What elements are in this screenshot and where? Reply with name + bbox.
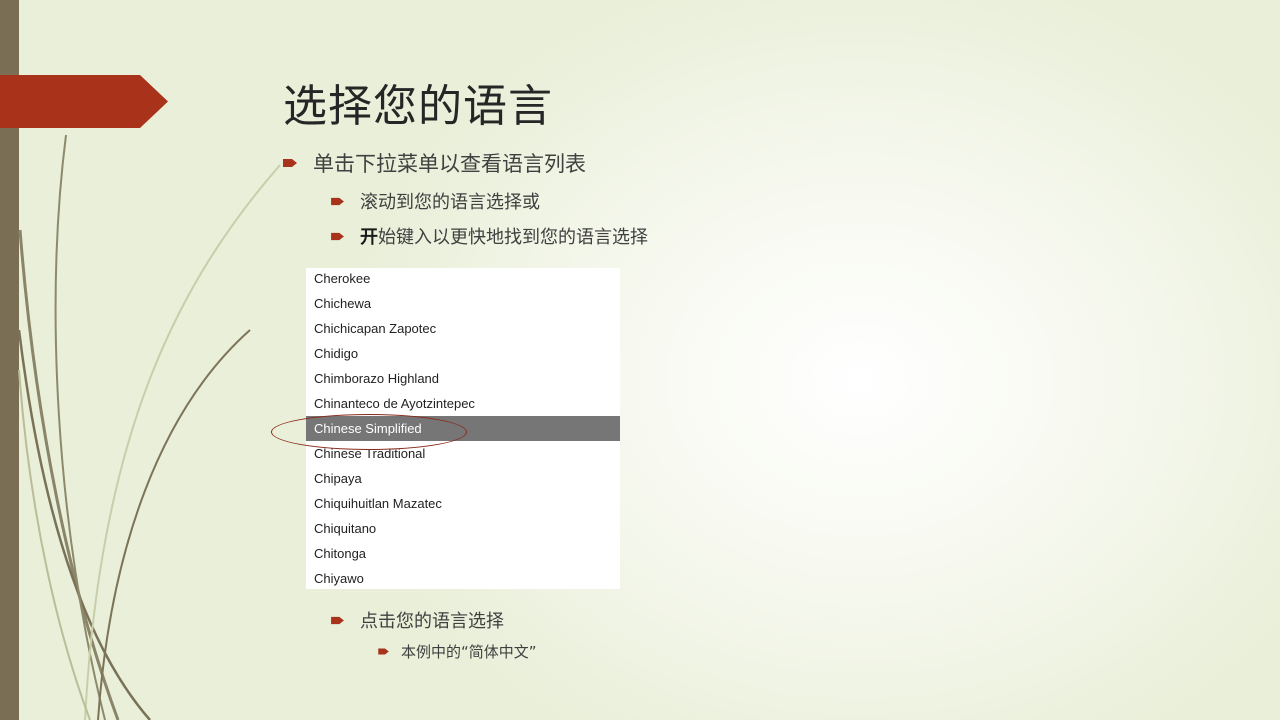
list-item[interactable]: Chipaya — [306, 466, 620, 491]
bullet-text: 滚动到您的语言选择或 — [360, 192, 540, 213]
list-item[interactable]: Chitonga — [306, 541, 620, 566]
bullet-text: 点击您的语言选择 — [360, 611, 504, 632]
arrow-bullet-icon — [331, 232, 344, 240]
arrow-bullet-icon — [331, 197, 344, 205]
list-item[interactable]: Chichicapan Zapotec — [306, 316, 620, 341]
bullet-text: 本例中的“简体中文” — [401, 643, 537, 661]
list-item[interactable]: Chiyawo — [306, 566, 620, 589]
arrow-bullet-icon — [378, 648, 389, 655]
bullet-text-bold: 开 — [360, 227, 378, 248]
bullet-text: 始键入以更快地找到您的语言选择 — [378, 227, 648, 248]
slide-title: 选择您的语言 — [283, 81, 553, 132]
list-item[interactable]: Chichewa — [306, 291, 620, 316]
bullet-level2-click-selection: 点击您的语言选择 — [331, 607, 504, 633]
bullet-level2-scroll: 滚动到您的语言选择或 — [331, 188, 540, 214]
list-item[interactable]: Cherokee — [306, 268, 620, 291]
bullet-text: 单击下拉菜单以查看语言列表 — [313, 152, 586, 176]
list-item[interactable]: Chiquihuitlan Mazatec — [306, 491, 620, 516]
grass-stems-decoration — [17, 134, 281, 720]
arrow-bullet-icon — [283, 159, 297, 167]
bullet-level3-example: 本例中的“简体中文” — [378, 641, 537, 662]
list-item[interactable]: Chinanteco de Ayotzintepec — [306, 391, 620, 416]
arrow-bullet-icon — [331, 616, 344, 624]
bullet-level2-type: 开始键入以更快地找到您的语言选择 — [331, 223, 648, 249]
bullet-level1-click-dropdown: 单击下拉菜单以查看语言列表 — [283, 148, 586, 178]
list-item[interactable]: Chimborazo Highland — [306, 366, 620, 391]
selection-highlight-circle — [271, 414, 467, 450]
list-item[interactable]: Chidigo — [306, 341, 620, 366]
list-item[interactable]: Chiquitano — [306, 516, 620, 541]
